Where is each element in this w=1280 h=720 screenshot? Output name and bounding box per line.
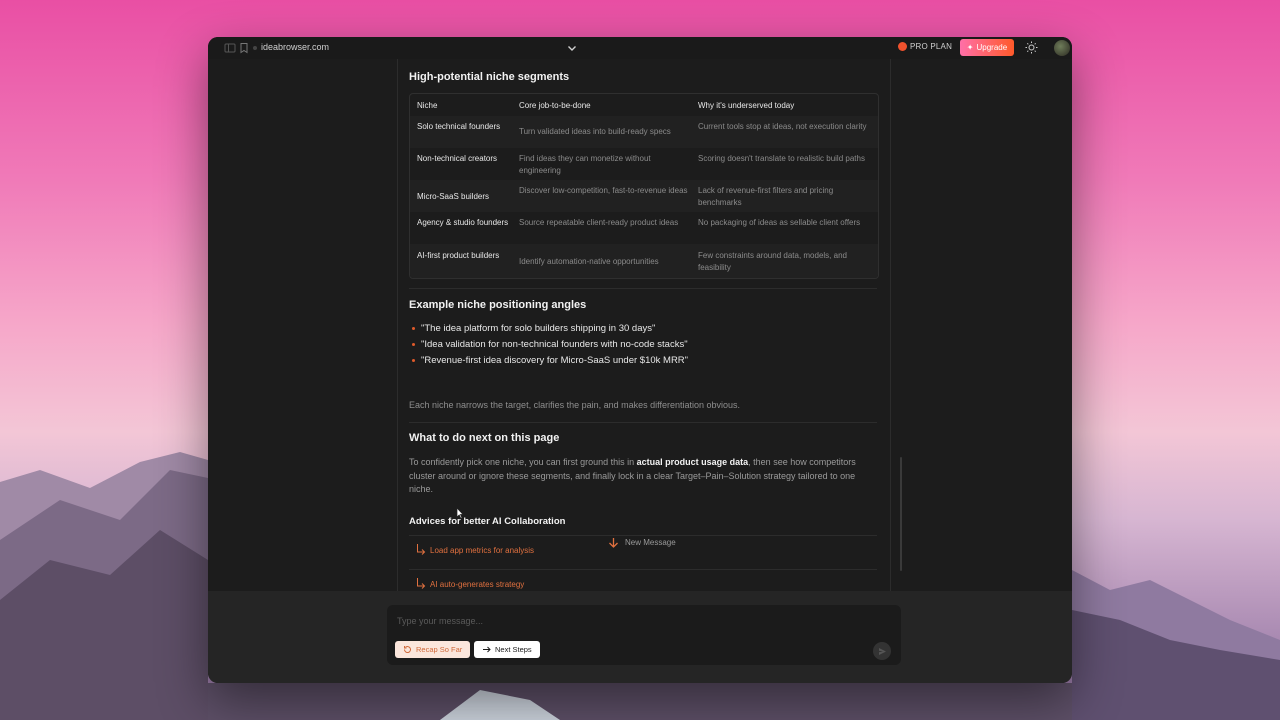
list-item-text: "Idea validation for non-technical found… (421, 339, 688, 350)
cell-why: Scoring doesn't translate to realistic b… (698, 154, 865, 163)
table-row: Micro-SaaS builders Discover low-competi… (410, 180, 878, 212)
divider (409, 422, 877, 423)
cell-why: Current tools stop at ideas, not executi… (698, 122, 867, 131)
suggestion-auto-strategy[interactable]: AI auto-generates strategy (416, 577, 524, 589)
list-item: "The idea platform for solo builders shi… (412, 323, 655, 334)
scrollbar[interactable] (900, 457, 902, 571)
bullet-icon (412, 327, 415, 330)
next-heading: What to do next on this page (409, 432, 560, 444)
composer-area: Recap So Far Next Steps (208, 591, 1072, 683)
cell-job: Find ideas they can monetize without eng… (519, 154, 651, 175)
cell-job: Identify automation-native opportunities (519, 257, 659, 266)
angles-summary: Each niche narrows the target, clarifies… (409, 400, 741, 410)
next-paragraph: To confidently pick one niche, you can f… (409, 456, 859, 497)
pro-plan-icon (898, 42, 907, 51)
list-item-text: "The idea platform for solo builders shi… (421, 323, 656, 334)
arrow-right-icon (483, 646, 491, 653)
list-item: "Idea validation for non-technical found… (412, 339, 688, 350)
table-row: AI-first product builders Identify autom… (410, 244, 878, 278)
browser-window: ideabrowser.com PRO PLAN ✦ Upgrade High-… (208, 37, 1072, 683)
cell-job: Discover low-competition, fast-to-revenu… (519, 186, 688, 195)
recap-label: Recap So Far (416, 645, 463, 654)
recap-button[interactable]: Recap So Far (395, 641, 471, 658)
cell-why: Few constraints around data, models, and… (698, 251, 847, 272)
cell-job: Source repeatable client-ready product i… (519, 218, 679, 227)
cell-why: No packaging of ideas as sellable client… (698, 218, 861, 227)
suggestion-load-metrics[interactable]: Load app metrics for analysis (416, 543, 534, 555)
sidebar-toggle-icon[interactable] (224, 41, 238, 55)
composer: Recap So Far Next Steps (387, 605, 901, 665)
cell-niche: Non-technical creators (417, 154, 498, 163)
list-item-text: "Revenue-first idea discovery for Micro-… (421, 355, 689, 366)
next-steps-label: Next Steps (495, 645, 532, 654)
reply-arrow-icon (417, 578, 426, 589)
header-why: Why it's underserved today (698, 101, 795, 110)
divider (409, 535, 877, 536)
cell-niche: Agency & studio founders (417, 218, 509, 227)
next-para-bold: actual product usage data (636, 457, 749, 467)
cell-niche: AI-first product builders (417, 251, 500, 260)
upgrade-button[interactable]: ✦ Upgrade (960, 39, 1014, 56)
chevron-down-icon[interactable] (566, 41, 578, 59)
avatar[interactable] (1054, 40, 1070, 56)
send-icon (878, 647, 886, 655)
next-para-text: To confidently pick one niche, you can f… (409, 457, 637, 467)
table-row: Agency & studio founders Source repeatab… (410, 212, 878, 244)
sparkle-icon: ✦ (966, 43, 974, 52)
table-row: Non-technical creators Find ideas they c… (410, 148, 878, 180)
suggestion-label: Load app metrics for analysis (430, 546, 535, 555)
pro-plan-label: PRO PLAN (910, 42, 953, 51)
divider (409, 569, 877, 570)
pro-plan-badge: PRO PLAN (898, 42, 952, 51)
header-niche: Niche (417, 101, 438, 110)
bullet-icon (412, 359, 415, 362)
table-header: Niche Core job-to-be-done Why it's under… (410, 94, 878, 116)
arrow-down-icon (609, 538, 618, 548)
chat-area: High-potential niche segments Niche Core… (208, 59, 1072, 591)
url-text[interactable]: ideabrowser.com (261, 42, 329, 52)
segments-heading: High-potential niche segments (409, 71, 570, 83)
upgrade-label: Upgrade (976, 43, 1008, 52)
send-button[interactable] (873, 642, 891, 660)
segments-table: Niche Core job-to-be-done Why it's under… (409, 93, 879, 279)
advices-heading: Advices for better AI Collaboration (409, 516, 566, 527)
browser-titlebar: ideabrowser.com PRO PLAN ✦ Upgrade (208, 37, 1072, 60)
mouse-cursor-icon (456, 507, 464, 519)
cell-niche: Micro-SaaS builders (417, 192, 490, 201)
theme-toggle-icon[interactable] (1025, 41, 1038, 59)
header-job: Core job-to-be-done (519, 101, 591, 110)
divider (409, 288, 877, 289)
message-input[interactable] (395, 611, 859, 631)
new-message-label: New Message (625, 538, 676, 547)
suggestion-label: AI auto-generates strategy (430, 580, 525, 589)
next-steps-button[interactable]: Next Steps (474, 641, 540, 658)
cell-niche: Solo technical founders (417, 122, 501, 131)
table-row: Solo technical founders Turn validated i… (410, 116, 878, 148)
cell-why: Lack of revenue-first filters and pricin… (698, 186, 834, 207)
history-icon (403, 646, 411, 653)
reply-arrow-icon (417, 544, 426, 555)
new-message-indicator[interactable]: New Message (608, 537, 676, 548)
list-item: "Revenue-first idea discovery for Micro-… (412, 355, 688, 366)
angles-heading: Example niche positioning angles (409, 299, 587, 311)
bullet-icon (412, 343, 415, 346)
cell-job: Turn validated ideas into build-ready sp… (519, 127, 671, 136)
